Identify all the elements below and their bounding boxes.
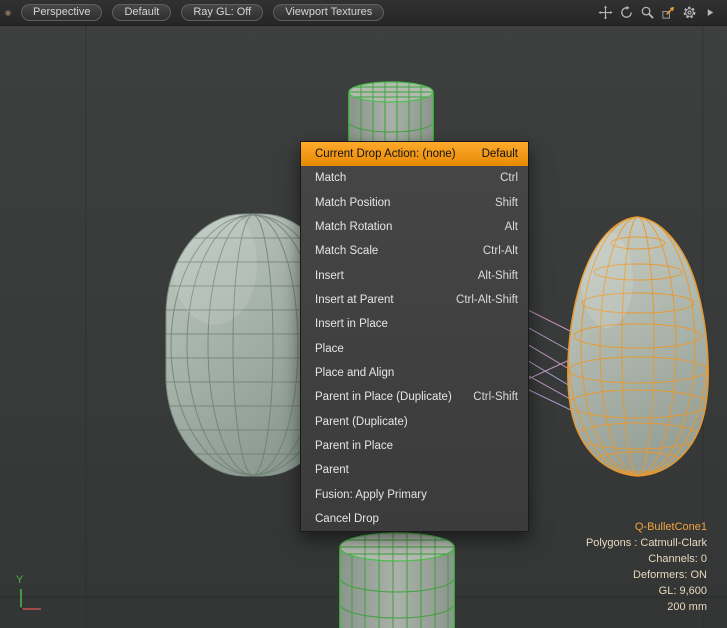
menu-item-shortcut: Ctrl-Alt-Shift: [456, 294, 518, 306]
menu-item-label: Match Rotation: [315, 221, 392, 233]
shading-style-button[interactable]: Default: [112, 4, 171, 21]
menu-item-label: Insert in Place: [315, 318, 388, 330]
menu-item-match[interactable]: Match Ctrl: [301, 166, 528, 190]
info-grid-size: 200 mm: [586, 599, 707, 615]
menu-item-label: Match: [315, 172, 346, 184]
viewport-window: Perspective Default Ray GL: Off Viewport…: [0, 0, 727, 628]
menu-item-match-position[interactable]: Match Position Shift: [301, 191, 528, 215]
menu-item-insert-in-place[interactable]: Insert in Place: [301, 312, 528, 336]
menu-item-current-drop-action[interactable]: Current Drop Action: (none) Default: [301, 142, 528, 166]
menu-item-parent[interactable]: Parent: [301, 458, 528, 482]
viewport-toolbar: Perspective Default Ray GL: Off Viewport…: [0, 0, 727, 26]
viewport-textures-button[interactable]: Viewport Textures: [273, 4, 384, 21]
mesh-cylinder-bottom[interactable]: [340, 533, 454, 628]
axis-gizmo-lines: [14, 587, 48, 615]
menu-item-label: Insert: [315, 270, 344, 282]
menu-item-shortcut: Alt-Shift: [478, 270, 518, 282]
menu-item-label: Place and Align: [315, 367, 394, 379]
drop-action-menu: Current Drop Action: (none) Default Matc…: [300, 141, 529, 532]
menu-item-shortcut: Ctrl-Alt: [483, 245, 518, 257]
selected-item-name: Q-BulletCone1: [586, 519, 707, 535]
info-gl-count: GL: 9,600: [586, 583, 707, 599]
menu-item-cancel-drop[interactable]: Cancel Drop: [301, 507, 528, 531]
viewport-info-readout: Q-BulletCone1 Polygons : Catmull-Clark C…: [586, 519, 707, 615]
menu-item-label: Insert at Parent: [315, 294, 394, 306]
maximize-viewport-icon[interactable]: [660, 4, 677, 21]
menu-item-shortcut: Default: [482, 148, 518, 160]
menu-item-parent-in-place[interactable]: Parent in Place: [301, 434, 528, 458]
menu-item-label: Parent in Place: [315, 440, 393, 452]
menu-item-shortcut: Alt: [505, 221, 518, 233]
menu-item-parent-in-place-duplicate[interactable]: Parent in Place (Duplicate) Ctrl-Shift: [301, 385, 528, 409]
menu-item-label: Current Drop Action: (none): [315, 148, 456, 160]
menu-item-place[interactable]: Place: [301, 337, 528, 361]
menu-item-match-rotation[interactable]: Match Rotation Alt: [301, 215, 528, 239]
menu-item-label: Place: [315, 343, 344, 355]
menu-item-label: Match Scale: [315, 245, 378, 257]
axis-y-label: Y: [16, 574, 23, 586]
menu-item-label: Parent (Duplicate): [315, 416, 408, 428]
viewport-mode-button[interactable]: Perspective: [21, 4, 102, 21]
menu-item-label: Match Position: [315, 197, 390, 209]
menu-item-parent-duplicate[interactable]: Parent (Duplicate): [301, 409, 528, 433]
pan-icon[interactable]: [597, 4, 614, 21]
rotate-view-icon[interactable]: [618, 4, 635, 21]
viewport-icon-group: [597, 4, 719, 21]
menu-item-place-and-align[interactable]: Place and Align: [301, 361, 528, 385]
menu-item-match-scale[interactable]: Match Scale Ctrl-Alt: [301, 239, 528, 263]
menu-item-label: Parent: [315, 464, 349, 476]
menu-item-fusion-apply-primary[interactable]: Fusion: Apply Primary: [301, 482, 528, 506]
gear-icon[interactable]: [681, 4, 698, 21]
info-deformers: Deformers: ON: [586, 567, 707, 583]
menu-item-insert-at-parent[interactable]: Insert at Parent Ctrl-Alt-Shift: [301, 288, 528, 312]
menu-item-insert[interactable]: Insert Alt-Shift: [301, 264, 528, 288]
info-channels: Channels: 0: [586, 551, 707, 567]
info-polygons: Polygons : Catmull-Clark: [586, 535, 707, 551]
menu-item-label: Fusion: Apply Primary: [315, 489, 427, 501]
menu-item-shortcut: Shift: [495, 197, 518, 209]
menu-item-shortcut: Ctrl: [500, 172, 518, 184]
zoom-icon[interactable]: [639, 4, 656, 21]
menu-item-label: Parent in Place (Duplicate): [315, 391, 452, 403]
viewport-options-arrow-icon[interactable]: [702, 4, 719, 21]
axis-gizmo: Y: [14, 574, 54, 618]
menu-item-shortcut: Ctrl-Shift: [473, 391, 518, 403]
menu-item-label: Cancel Drop: [315, 513, 379, 525]
ray-gl-button[interactable]: Ray GL: Off: [181, 4, 263, 21]
viewport-thumb-dot[interactable]: [5, 10, 11, 16]
